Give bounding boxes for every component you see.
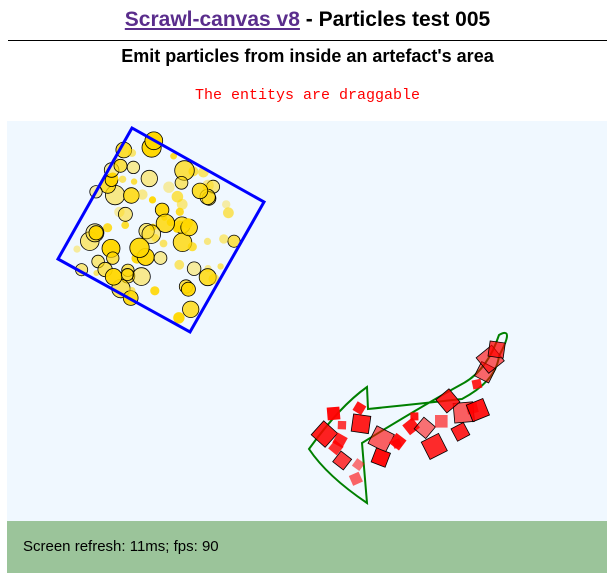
- gold-particle: [128, 148, 137, 157]
- gold-particle: [180, 281, 196, 297]
- red-particle: [413, 416, 437, 440]
- gold-particle: [222, 200, 231, 209]
- title-divider: [8, 40, 607, 41]
- red-particle: [435, 415, 448, 428]
- draggable-note: The entitys are draggable: [194, 87, 421, 104]
- report-bar: Screen refresh: 11ms; fps: 90: [7, 521, 607, 573]
- fps-readout: Screen refresh: 11ms; fps: 90: [23, 538, 219, 555]
- gold-particle: [182, 300, 200, 318]
- gold-particle: [186, 261, 202, 276]
- gold-particle: [217, 263, 224, 270]
- gold-particle: [104, 268, 123, 286]
- gold-particle: [118, 206, 133, 222]
- gold-particle: [73, 245, 81, 253]
- gold-particles: [73, 131, 241, 324]
- red-particle: [352, 401, 367, 416]
- gold-particle: [174, 175, 189, 190]
- gold-particle: [113, 158, 128, 173]
- gold-particle: [106, 251, 120, 265]
- gold-particle: [129, 237, 150, 258]
- red-particle: [367, 425, 395, 453]
- red-particle: [410, 412, 419, 421]
- red-particle: [348, 471, 363, 486]
- red-particle: [487, 340, 506, 359]
- gold-particle: [128, 287, 136, 295]
- gold-particle: [223, 207, 234, 219]
- red-particle: [326, 406, 341, 421]
- gold-particle: [126, 160, 141, 175]
- red-particle: [370, 447, 392, 468]
- gold-particle: [163, 181, 175, 193]
- red-particle: [350, 413, 372, 435]
- gold-particle: [191, 182, 209, 200]
- gold-particle: [137, 189, 148, 200]
- gold-particle: [123, 187, 140, 204]
- gold-particle: [219, 234, 229, 244]
- page-subtitle: Emit particles from inside an artefact's…: [121, 46, 494, 66]
- gold-particle: [173, 312, 185, 324]
- gold-particle: [159, 239, 168, 248]
- red-particle: [450, 421, 471, 442]
- gold-particle: [132, 267, 151, 286]
- gold-particle: [140, 169, 158, 188]
- gold-particle: [121, 221, 130, 229]
- gold-particle: [174, 259, 185, 270]
- gold-particle: [203, 237, 212, 245]
- red-particle: [471, 378, 483, 390]
- red-particles: [310, 340, 506, 486]
- page-title-rest: - Particles test 005: [299, 8, 491, 31]
- gold-particle: [121, 267, 135, 281]
- gold-particle: [88, 225, 104, 241]
- gold-particle: [150, 286, 160, 296]
- gold-particle: [153, 251, 168, 265]
- gold-particle: [176, 198, 188, 210]
- red-particle: [337, 420, 347, 430]
- gold-particle: [130, 178, 138, 185]
- gold-particle: [118, 175, 127, 183]
- gold-particle: [103, 223, 113, 233]
- gold-particle: [182, 218, 193, 229]
- page-title: Scrawl-canvas v8 - Particles test 005: [0, 8, 615, 32]
- gold-particle: [148, 196, 157, 204]
- gold-particle: [187, 242, 197, 252]
- demo-canvas[interactable]: [7, 121, 607, 521]
- scrawl-canvas-home-link[interactable]: Scrawl-canvas v8: [125, 8, 300, 31]
